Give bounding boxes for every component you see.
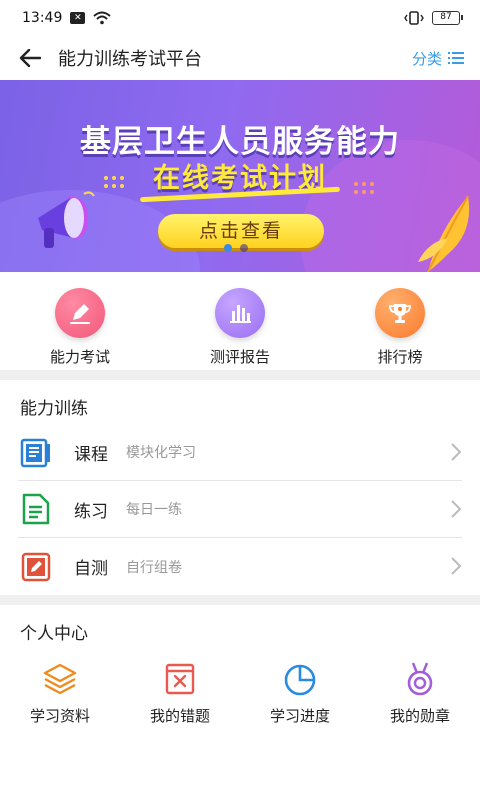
error-book-icon xyxy=(160,659,200,699)
training-section-title: 能力训练 xyxy=(20,399,88,419)
banner-headline: 基层卫生人员服务能力 xyxy=(80,124,400,160)
quick-action-label: 测评报告 xyxy=(209,348,270,366)
personal-item-progress[interactable]: 学习进度 xyxy=(245,659,355,726)
medal-icon xyxy=(400,659,440,699)
status-bar: 13:49 ✕ 87 xyxy=(0,0,480,36)
personal-item-label: 学习资料 xyxy=(29,707,90,725)
personal-item-medals[interactable]: 我的勋章 xyxy=(365,659,475,726)
battery-indicator: 87 xyxy=(432,11,463,25)
chevron-right-icon xyxy=(451,443,462,461)
carousel-indicator[interactable] xyxy=(224,244,248,252)
personal-item-label: 学习进度 xyxy=(269,707,330,725)
sparkle-icon xyxy=(354,182,374,194)
wifi-icon xyxy=(93,11,112,25)
category-label: 分类 xyxy=(411,49,442,68)
quick-actions: 能力考试 测评报告 排行榜 xyxy=(0,272,480,370)
back-button[interactable] xyxy=(10,36,50,80)
layers-icon xyxy=(40,659,80,699)
section-divider xyxy=(0,595,480,605)
quick-action-exam[interactable]: 能力考试 xyxy=(20,288,140,370)
training-item-desc: 自行组卷 xyxy=(126,559,182,576)
personal-item-mistakes[interactable]: 我的错题 xyxy=(125,659,235,726)
personal-item-materials[interactable]: 学习资料 xyxy=(5,659,115,726)
quick-action-ranking[interactable]: 排行榜 xyxy=(340,288,460,370)
training-item-desc: 每日一练 xyxy=(126,502,182,518)
pencil-icon xyxy=(18,549,54,585)
personal-grid: 学习资料 我的错题 学习进度 我的勋章 xyxy=(0,649,480,726)
status-time: 13:49 xyxy=(22,10,63,26)
section-divider xyxy=(0,370,480,380)
app-page: 13:49 ✕ 87 能力训练考试平台 分类 基层卫生人员服务能力 在线考试计划… xyxy=(0,0,480,803)
training-item-course[interactable]: 课程 模块化学习 xyxy=(18,424,462,481)
personal-item-label: 我的错题 xyxy=(149,707,210,725)
training-item-selftest[interactable]: 自测 自行组卷 xyxy=(18,538,462,595)
list-icon xyxy=(448,52,464,64)
training-item-name: 课程 xyxy=(74,444,108,465)
personal-section-title: 个人中心 xyxy=(20,624,88,644)
training-item-practice[interactable]: 练习 每日一练 xyxy=(18,481,462,538)
quick-action-label: 排行榜 xyxy=(377,348,423,366)
promo-banner[interactable]: 基层卫生人员服务能力 在线考试计划 点击查看 xyxy=(0,80,480,272)
training-item-desc: 模块化学习 xyxy=(126,445,196,461)
training-item-name: 自测 xyxy=(74,559,108,579)
category-button[interactable]: 分类 xyxy=(412,36,464,80)
arrow-left-icon xyxy=(19,49,41,67)
trophy-icon xyxy=(375,288,425,338)
training-item-name: 练习 xyxy=(74,501,108,522)
carousel-dot[interactable] xyxy=(240,244,248,252)
document-icon xyxy=(18,491,54,527)
leaf-icon xyxy=(418,195,470,272)
bar-chart-icon xyxy=(215,288,265,338)
chevron-right-icon xyxy=(451,557,462,575)
carousel-dot[interactable] xyxy=(224,244,232,252)
pie-chart-icon xyxy=(280,659,320,699)
view-details-button[interactable]: 点击查看 xyxy=(158,214,324,248)
sparkle-icon xyxy=(104,176,124,188)
training-list: 课程 模块化学习 练习 每日一练 自测 自行组卷 xyxy=(0,424,480,595)
quick-action-label: 能力考试 xyxy=(49,348,110,366)
chevron-right-icon xyxy=(451,500,462,518)
personal-item-label: 我的勋章 xyxy=(389,707,450,725)
vibrate-icon xyxy=(404,11,424,25)
page-title: 能力训练考试平台 xyxy=(58,49,202,70)
pen-icon xyxy=(55,288,105,338)
app-header: 能力训练考试平台 分类 xyxy=(0,36,480,80)
quick-action-report[interactable]: 测评报告 xyxy=(180,288,300,370)
megaphone-icon xyxy=(38,191,95,248)
notification-icon: ✕ xyxy=(70,12,86,24)
book-icon xyxy=(18,434,54,470)
